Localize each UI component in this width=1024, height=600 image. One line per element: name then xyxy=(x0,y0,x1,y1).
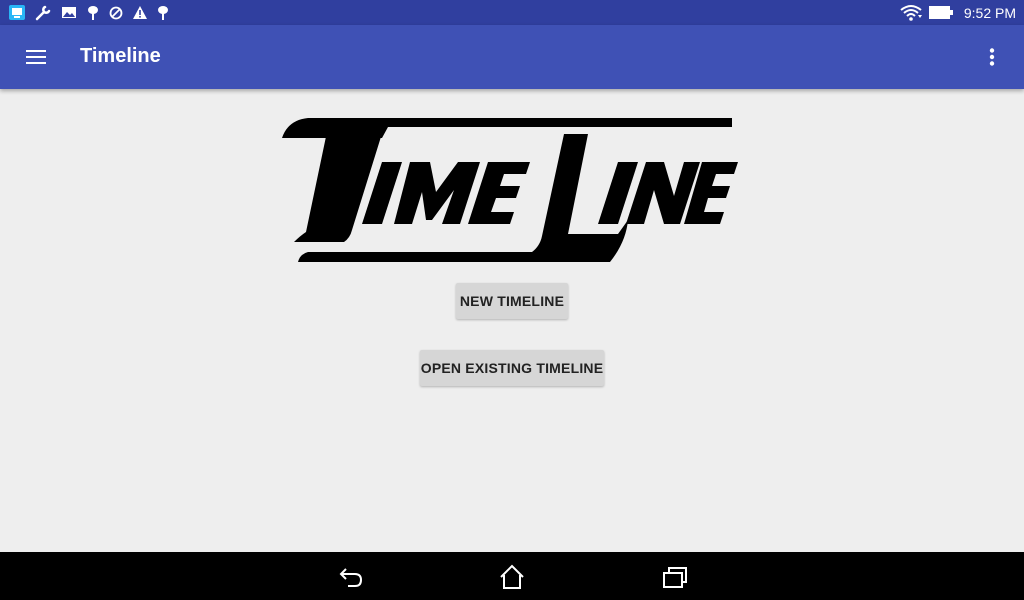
recents-icon xyxy=(663,567,687,588)
hamburger-menu-icon xyxy=(26,50,46,64)
home-button[interactable] xyxy=(497,562,527,592)
status-bar: 9:52 PM xyxy=(0,0,1024,25)
wrench-icon xyxy=(35,5,51,21)
blocked-icon xyxy=(109,6,123,20)
home-icon xyxy=(500,564,524,589)
more-vert-icon xyxy=(989,48,995,66)
android-icon xyxy=(158,6,168,20)
app-bar: Timeline xyxy=(0,25,1024,89)
app-title: Timeline xyxy=(80,45,161,67)
timeline-logo-graphic xyxy=(282,118,738,262)
system-status: 9:52 PM xyxy=(900,4,1016,21)
recents-button[interactable] xyxy=(660,562,690,592)
image-icon xyxy=(62,7,76,18)
navigation-menu-button[interactable] xyxy=(16,35,56,79)
timeline-logo xyxy=(278,112,742,272)
navigation-bar xyxy=(0,552,1024,600)
android-icon xyxy=(88,6,98,20)
back-icon xyxy=(339,568,363,587)
new-timeline-button[interactable]: NEW TIMELINE xyxy=(456,283,568,319)
screen-icon xyxy=(9,5,25,20)
warning-icon xyxy=(133,6,147,19)
battery-icon xyxy=(928,6,953,19)
back-button[interactable] xyxy=(336,562,366,592)
overflow-menu-button[interactable] xyxy=(972,35,1012,79)
notification-icons xyxy=(8,4,170,21)
open-existing-timeline-button[interactable]: OPEN EXISTING TIMELINE xyxy=(420,350,604,386)
wifi-icon xyxy=(900,5,922,21)
status-time: 9:52 PM xyxy=(963,4,1016,21)
